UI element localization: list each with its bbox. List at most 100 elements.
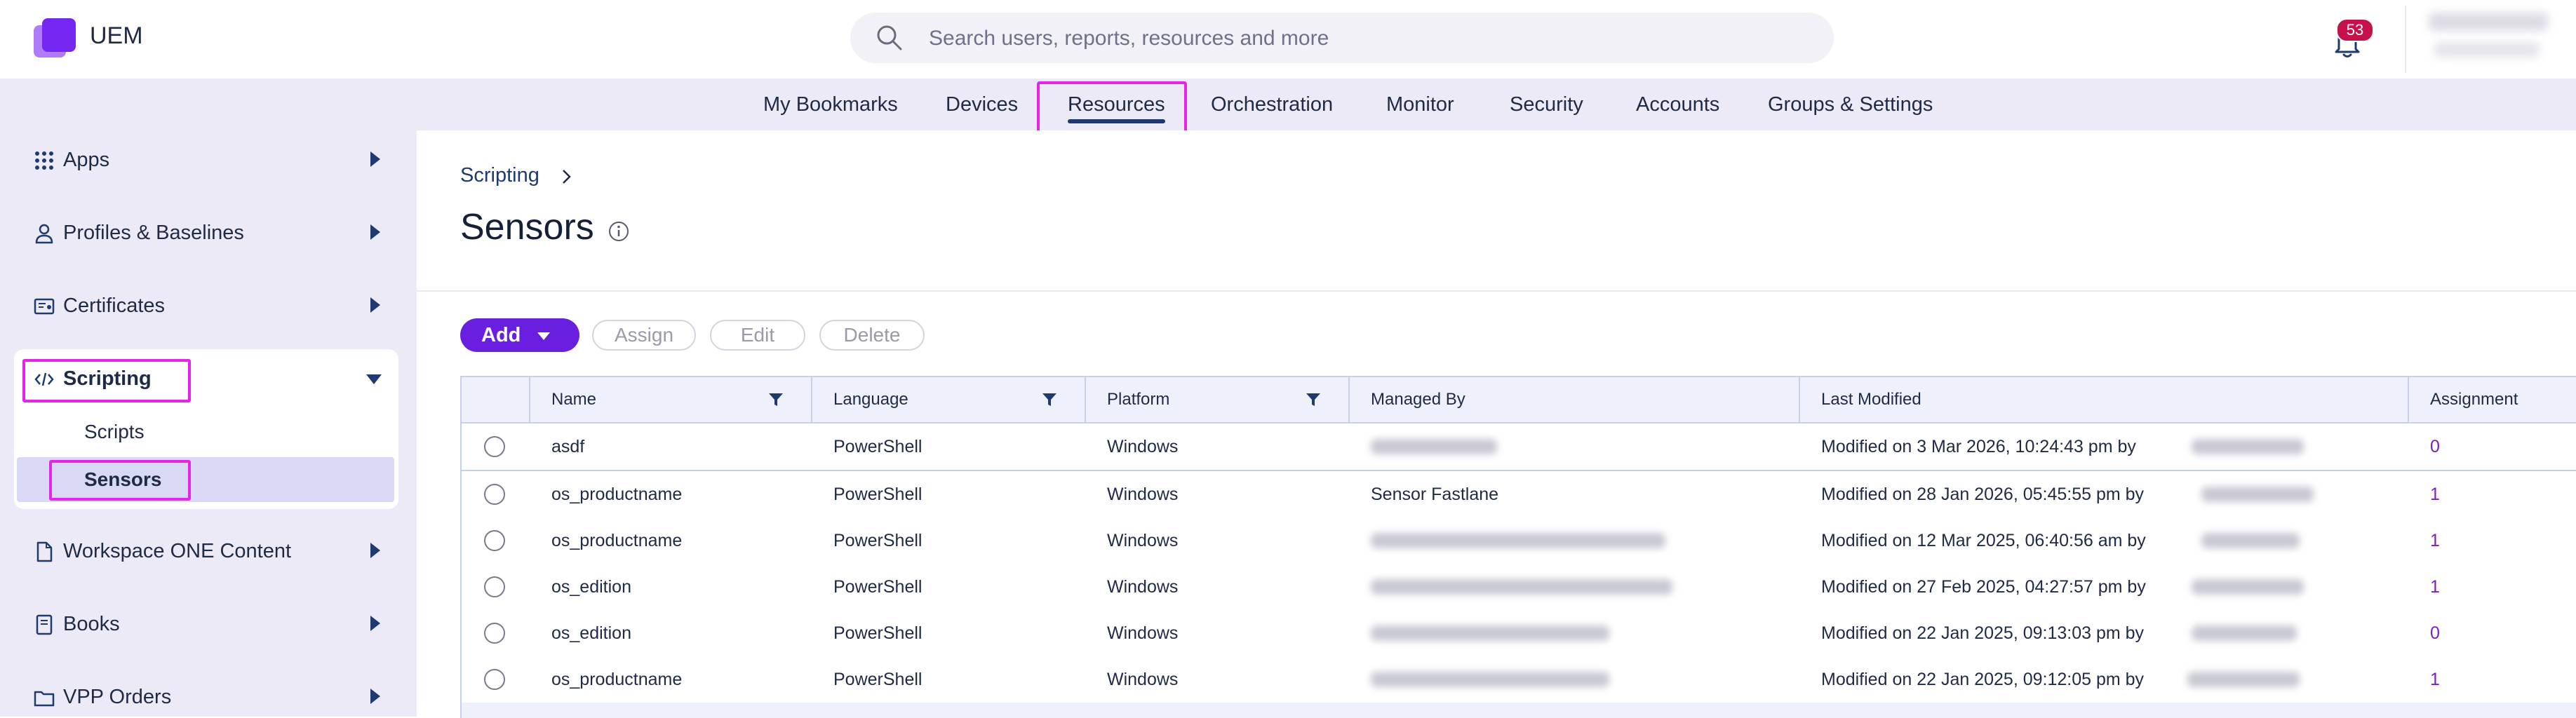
cell-assignment[interactable]: 0 bbox=[2430, 424, 2440, 470]
sidebar-item-apps[interactable]: Apps bbox=[34, 139, 384, 181]
column-separator bbox=[1085, 377, 1086, 422]
row-select-radio[interactable] bbox=[484, 669, 505, 690]
cell-platform: Windows bbox=[1107, 623, 1179, 643]
row-select-radio[interactable] bbox=[484, 436, 505, 457]
column-separator bbox=[1348, 377, 1350, 422]
column-header-assignment[interactable]: Assignment bbox=[2430, 377, 2518, 422]
column-separator bbox=[2408, 377, 2409, 422]
cell-name[interactable]: os_edition bbox=[551, 564, 631, 610]
caret-right-icon bbox=[370, 297, 380, 313]
sidebar-item-vpp-orders[interactable]: VPP Orders bbox=[34, 676, 384, 718]
nav-accounts[interactable]: Accounts bbox=[1636, 79, 1719, 130]
sidebar-item-label: Apps bbox=[63, 149, 110, 171]
cell-platform: Windows bbox=[1107, 437, 1179, 456]
breadcrumb[interactable]: Scripting bbox=[460, 164, 539, 187]
table-row[interactable]: os_productname PowerShell Windows Sensor… bbox=[462, 471, 2576, 519]
column-header-language[interactable]: Language bbox=[833, 377, 908, 422]
nav-orchestration[interactable]: Orchestration bbox=[1211, 79, 1333, 130]
nav-groups-settings[interactable]: Groups & Settings bbox=[1768, 79, 1933, 130]
sidebar-item-workspace-one-content[interactable]: Workspace ONE Content bbox=[34, 530, 384, 572]
cell-last-modified: Modified on 22 Jan 2025, 09:12:05 pm by bbox=[1821, 670, 2145, 689]
cell-name[interactable]: os_productname bbox=[551, 471, 682, 517]
cell-platform: Windows bbox=[1107, 670, 1179, 689]
table-row[interactable]: os_productname PowerShell Windows Modifi… bbox=[462, 656, 2576, 704]
cell-language: PowerShell bbox=[833, 577, 923, 597]
cell-last-modified: Modified on 3 Mar 2026, 10:24:43 pm by bbox=[1821, 437, 2136, 456]
column-header-platform[interactable]: Platform bbox=[1107, 377, 1169, 422]
add-button[interactable]: Add bbox=[460, 318, 579, 352]
filter-icon[interactable] bbox=[1305, 391, 1322, 408]
cell-assignment[interactable]: 1 bbox=[2430, 564, 2440, 610]
sidebar-item-profiles-baselines[interactable]: Profiles & Baselines bbox=[34, 212, 384, 254]
cell-language: PowerShell bbox=[833, 623, 923, 643]
sidebar-item-label: Workspace ONE Content bbox=[63, 540, 292, 562]
nav-monitor[interactable]: Monitor bbox=[1386, 79, 1454, 130]
grid-icon bbox=[35, 151, 53, 170]
header-divider bbox=[417, 290, 2576, 292]
nav-my-bookmarks[interactable]: My Bookmarks bbox=[763, 79, 898, 130]
app-logo[interactable] bbox=[34, 18, 79, 59]
caret-down-icon bbox=[537, 332, 550, 340]
row-select-radio[interactable] bbox=[484, 576, 505, 597]
global-search[interactable] bbox=[850, 13, 1834, 65]
info-icon[interactable] bbox=[608, 220, 630, 243]
sidebar-subitem-scripts[interactable]: Scripts bbox=[84, 411, 145, 453]
row-select-radio[interactable] bbox=[484, 623, 505, 644]
table-row[interactable]: os_edition PowerShell Windows Modified o… bbox=[462, 610, 2576, 658]
cell-name[interactable]: os_edition bbox=[551, 610, 631, 656]
caret-right-icon bbox=[370, 224, 380, 240]
sidebar-item-certificates[interactable]: Certificates bbox=[34, 285, 384, 327]
cell-language: PowerShell bbox=[833, 437, 923, 456]
assign-button[interactable]: Assign bbox=[592, 320, 696, 351]
cell-assignment[interactable]: 1 bbox=[2430, 471, 2440, 517]
table-row[interactable]: os_productname PowerShell Windows Modifi… bbox=[462, 517, 2576, 565]
cell-assignment[interactable]: 1 bbox=[2430, 517, 2440, 564]
cell-language: PowerShell bbox=[833, 485, 923, 504]
modified-by-redacted bbox=[2187, 672, 2300, 687]
delete-button[interactable]: Delete bbox=[819, 320, 925, 351]
cell-managed-by: Sensor Fastlane bbox=[1371, 485, 1499, 504]
book-icon bbox=[36, 614, 53, 635]
filter-icon[interactable] bbox=[767, 391, 784, 408]
modified-by-redacted bbox=[2192, 625, 2297, 641]
column-separator bbox=[529, 377, 530, 422]
cell-name[interactable]: asdf bbox=[551, 424, 584, 470]
table-row[interactable]: asdf PowerShell Windows Modified on 3 Ma… bbox=[462, 424, 2576, 471]
app-name: UEM bbox=[90, 22, 143, 49]
notification-badge: 53 bbox=[2336, 18, 2374, 42]
scripting-highlight-box bbox=[22, 359, 191, 402]
row-select-radio[interactable] bbox=[484, 484, 505, 505]
cell-last-modified: Modified on 12 Mar 2025, 06:40:56 am by bbox=[1821, 531, 2146, 550]
edit-button[interactable]: Edit bbox=[710, 320, 805, 351]
column-header-name[interactable]: Name bbox=[551, 377, 596, 422]
managed-by-redacted bbox=[1371, 672, 1609, 687]
main-panel: Scripting Sensors Add Assign Edit Delete… bbox=[417, 130, 2576, 718]
search-input[interactable] bbox=[927, 13, 1772, 65]
row-select-radio[interactable] bbox=[484, 530, 505, 551]
caret-right-icon bbox=[370, 151, 380, 167]
user-menu[interactable] bbox=[2405, 6, 2575, 73]
user-name-redacted bbox=[2429, 13, 2548, 31]
modified-by-redacted bbox=[2201, 487, 2314, 502]
column-header-managed-by[interactable]: Managed By bbox=[1371, 377, 1465, 422]
cell-last-modified: Modified on 28 Jan 2026, 05:45:55 pm by bbox=[1821, 485, 2145, 504]
person-icon bbox=[35, 224, 53, 244]
cell-name[interactable]: os_productname bbox=[551, 656, 682, 703]
column-header-last-modified[interactable]: Last Modified bbox=[1821, 377, 1921, 422]
folder-icon bbox=[34, 691, 55, 707]
search-icon bbox=[877, 25, 902, 50]
cell-assignment[interactable]: 1 bbox=[2430, 656, 2440, 703]
sidebar-item-label: Profiles & Baselines bbox=[63, 222, 244, 244]
nav-devices[interactable]: Devices bbox=[946, 79, 1018, 130]
user-org-redacted bbox=[2434, 42, 2540, 57]
cell-assignment[interactable]: 0 bbox=[2430, 610, 2440, 656]
cell-name[interactable]: os_productname bbox=[551, 517, 682, 564]
column-separator bbox=[1799, 377, 1800, 422]
sidebar-item-books[interactable]: Books bbox=[34, 603, 384, 645]
main-nav: My Bookmarks Devices Resources Orchestra… bbox=[0, 79, 2576, 130]
caret-right-icon bbox=[370, 543, 380, 558]
table-row[interactable]: os_edition PowerShell Windows Modified o… bbox=[462, 564, 2576, 611]
top-bar: UEM 53 bbox=[0, 0, 2576, 79]
filter-icon[interactable] bbox=[1041, 391, 1058, 408]
nav-security[interactable]: Security bbox=[1510, 79, 1583, 130]
